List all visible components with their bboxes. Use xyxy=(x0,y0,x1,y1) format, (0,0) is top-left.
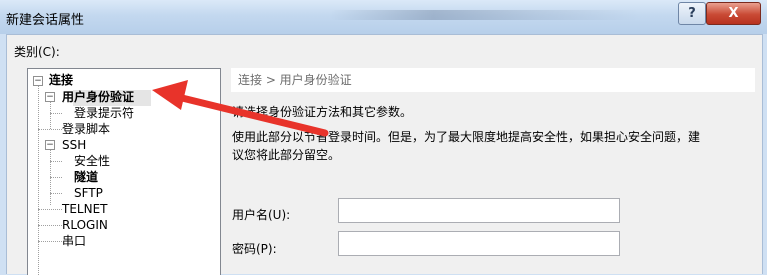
tree-item-security[interactable]: 安全性 xyxy=(74,153,110,169)
close-button[interactable]: X xyxy=(706,2,761,25)
tree-item-telnet[interactable]: TELNET xyxy=(62,201,108,217)
tree-connector xyxy=(50,193,62,194)
tree-connector xyxy=(50,145,51,205)
tree-item-connection[interactable]: 连接 xyxy=(49,72,73,88)
window-title: 新建会话属性 xyxy=(6,13,85,28)
category-tree[interactable]: − 连接 − 用户身份验证 登录提示符 登录脚本 − SSH 安全性 隧道 SF… xyxy=(27,68,221,275)
username-label: 用户名(U): xyxy=(232,208,291,222)
tree-connector xyxy=(38,241,62,242)
tree-item-sftp[interactable]: SFTP xyxy=(74,185,103,201)
tree-item-serial[interactable]: 串口 xyxy=(62,233,86,249)
breadcrumb: 连接 > 用户身份验证 xyxy=(231,68,755,92)
collapse-icon[interactable]: − xyxy=(45,92,55,102)
password-field[interactable] xyxy=(338,231,620,256)
collapse-icon[interactable]: − xyxy=(33,76,43,86)
tree-connector xyxy=(50,177,62,178)
tree-connector xyxy=(50,113,62,114)
tree-connector xyxy=(50,161,62,162)
help-button[interactable]: ? xyxy=(678,2,706,25)
description-line: 请选择身份验证方法和其它参数。 xyxy=(232,105,413,119)
tree-item-tunneling[interactable]: 隧道 xyxy=(74,169,98,185)
tree-connector xyxy=(38,81,39,275)
tree-item-login-prompts[interactable]: 登录提示符 xyxy=(74,105,134,121)
tree-connector xyxy=(38,129,62,130)
tree-item-ssh[interactable]: SSH xyxy=(62,137,86,153)
description-line: 议您将此部分留空。 xyxy=(232,148,341,162)
category-label: 类别(C): xyxy=(14,45,60,59)
collapse-icon[interactable]: − xyxy=(45,140,55,150)
title-bar-background xyxy=(330,10,640,20)
close-icon: X xyxy=(728,6,739,21)
help-icon: ? xyxy=(688,6,696,21)
tree-item-login-scripts[interactable]: 登录脚本 xyxy=(62,121,110,137)
password-label: 密码(P): xyxy=(232,242,277,256)
tree-connector xyxy=(38,225,62,226)
settings-panel: 连接 > 用户身份验证 请选择身份验证方法和其它参数。 使用此部分以节省登录时间… xyxy=(225,68,755,274)
dialog-body: 类别(C): − 连接 − 用户身份验证 登录提示符 登录脚本 − SSH 安全… xyxy=(6,34,763,275)
title-bar[interactable]: 新建会话属性 ? X xyxy=(0,0,767,34)
tree-item-rlogin[interactable]: RLOGIN xyxy=(62,217,108,233)
session-properties-dialog: 新建会话属性 ? X 类别(C): − 连接 − 用户身份验证 登录提示符 登录… xyxy=(0,0,767,275)
username-field[interactable] xyxy=(338,198,620,223)
tree-item-user-auth[interactable]: 用户身份验证 xyxy=(62,89,134,105)
description-line: 使用此部分以节省登录时间。但是，为了最大限度地提高安全性，如果担心安全问题，建 xyxy=(232,130,701,144)
tree-connector xyxy=(38,209,62,210)
